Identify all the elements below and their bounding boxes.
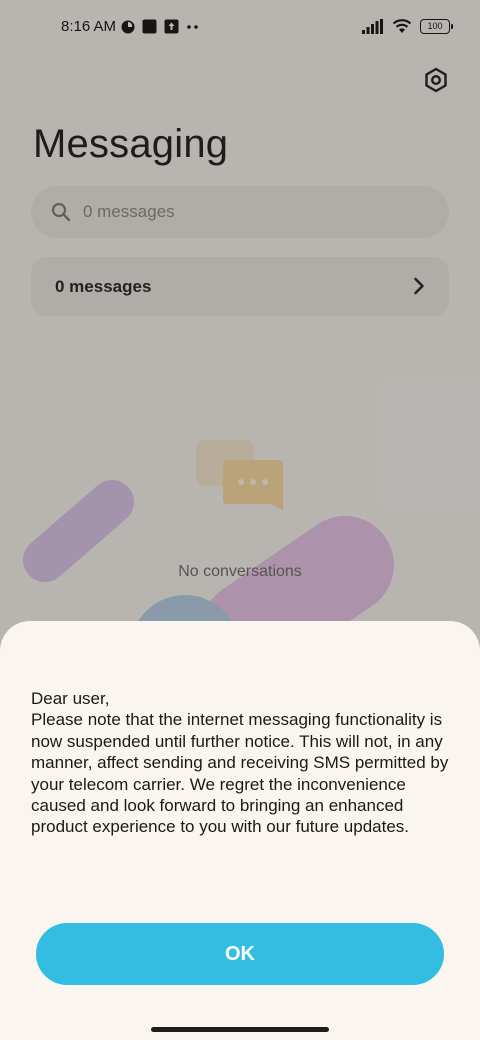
ok-button[interactable]: OK [36,923,444,985]
dialog-message: Dear user, Please note that the internet… [31,689,449,837]
notice-dialog: Dear user, Please note that the internet… [0,621,480,1040]
home-indicator[interactable] [151,1027,329,1032]
